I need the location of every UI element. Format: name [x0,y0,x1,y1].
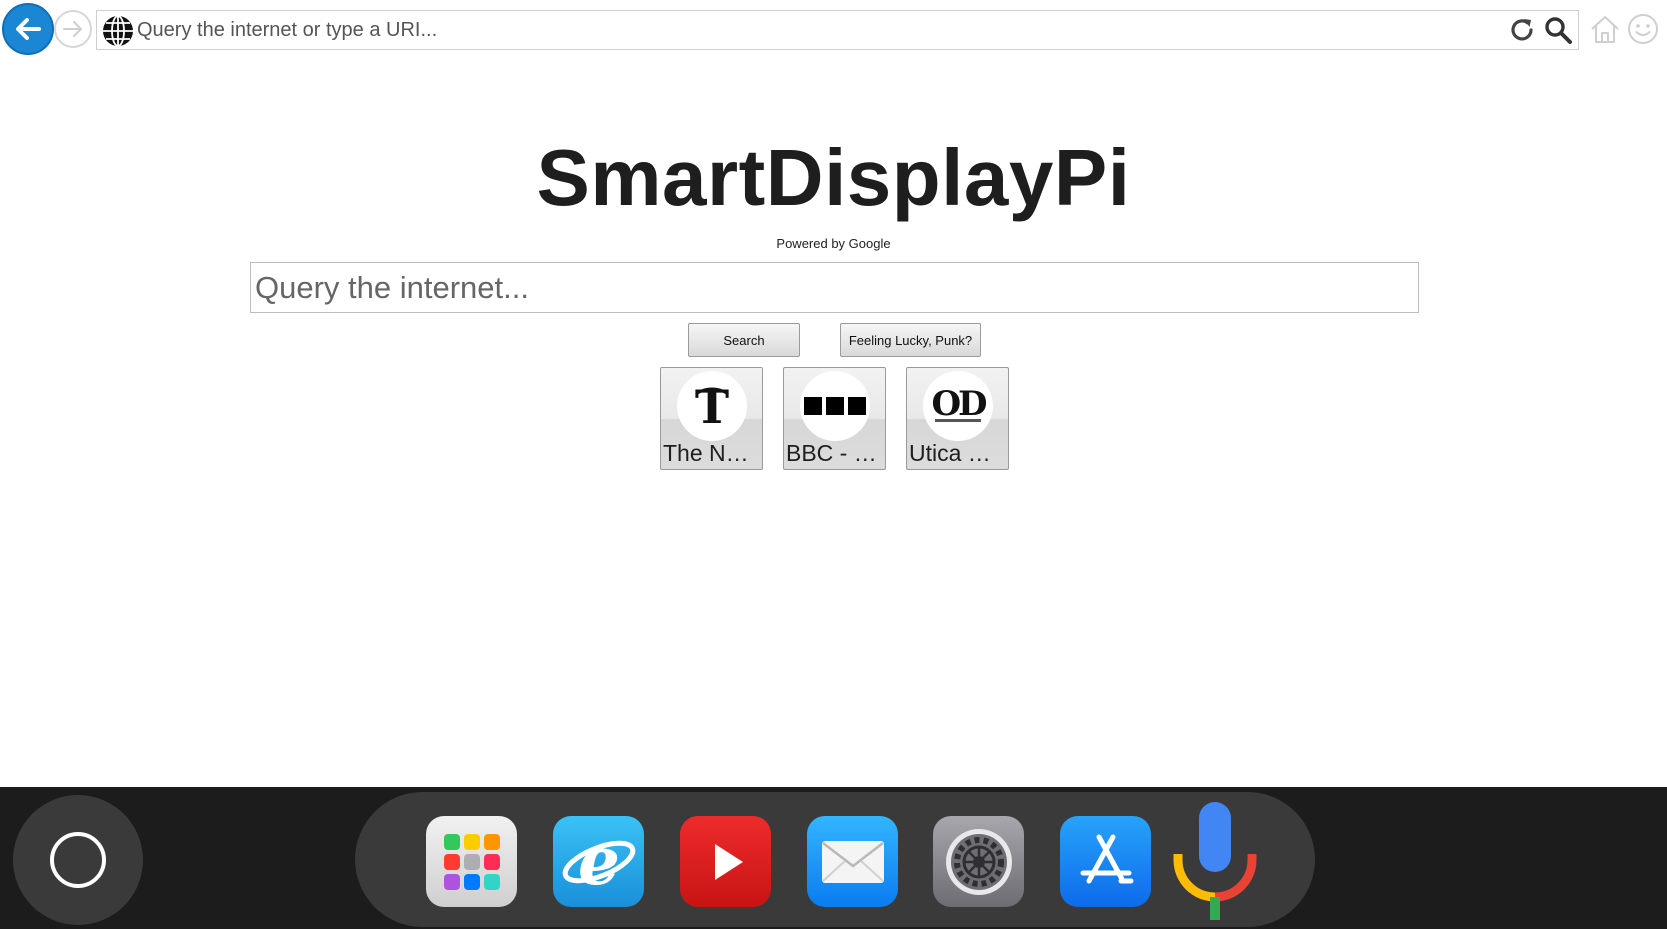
bbc-logo-icon [800,371,870,441]
nyt-logo-icon: T [677,371,747,441]
home-icon[interactable] [1588,12,1622,46]
arrow-left-icon [16,18,41,40]
youtube-icon [714,843,743,880]
app-store-button[interactable] [1060,816,1151,907]
powered-by-label: Powered by Google [776,236,891,251]
shortcut-tile[interactable]: T The N… [660,367,763,470]
globe-icon [103,15,133,47]
shortcut-tile[interactable]: BBC - … [783,367,886,470]
youtube-button[interactable] [680,816,771,907]
circle-icon [50,832,106,888]
address-toolbar [0,0,1667,58]
search-input[interactable] [250,262,1419,313]
app-launcher-button[interactable] [426,816,517,907]
od-logo-icon: OD [923,371,993,441]
url-input[interactable] [137,15,1497,45]
settings-button[interactable] [933,816,1024,907]
settings-icon [945,828,1012,895]
shortcut-label: The N… [663,440,749,466]
microphone-icon[interactable] [1172,802,1258,920]
search-button[interactable]: Search [688,323,800,357]
shortcut-label: Utica … [909,440,991,466]
reload-icon[interactable] [1507,15,1537,45]
smiley-icon[interactable] [1626,12,1660,46]
home-circle-button[interactable] [13,795,143,925]
svg-text:e: e [578,822,620,900]
arrow-right-icon [63,21,82,37]
app-store-icon [1080,834,1133,883]
shortcut-tile[interactable]: OD Utica … [906,367,1009,470]
app-launcher-icon [443,833,500,890]
mail-button[interactable] [807,816,898,907]
page-title: SmartDisplayPi [536,133,1131,222]
browser-window: SmartDisplayPi Powered by Google Search … [0,0,1667,929]
shortcut-label: BBC - … [786,440,877,466]
internet-explorer-icon: e [562,822,635,900]
forward-button[interactable] [54,10,92,48]
back-button[interactable] [2,3,54,55]
search-icon[interactable] [1543,15,1573,45]
url-bar [96,10,1579,50]
svg-text:OD: OD [931,384,987,424]
internet-explorer-button[interactable]: e [553,816,644,907]
feeling-lucky-button[interactable]: Feeling Lucky, Punk? [840,323,981,357]
mail-icon [821,840,884,883]
